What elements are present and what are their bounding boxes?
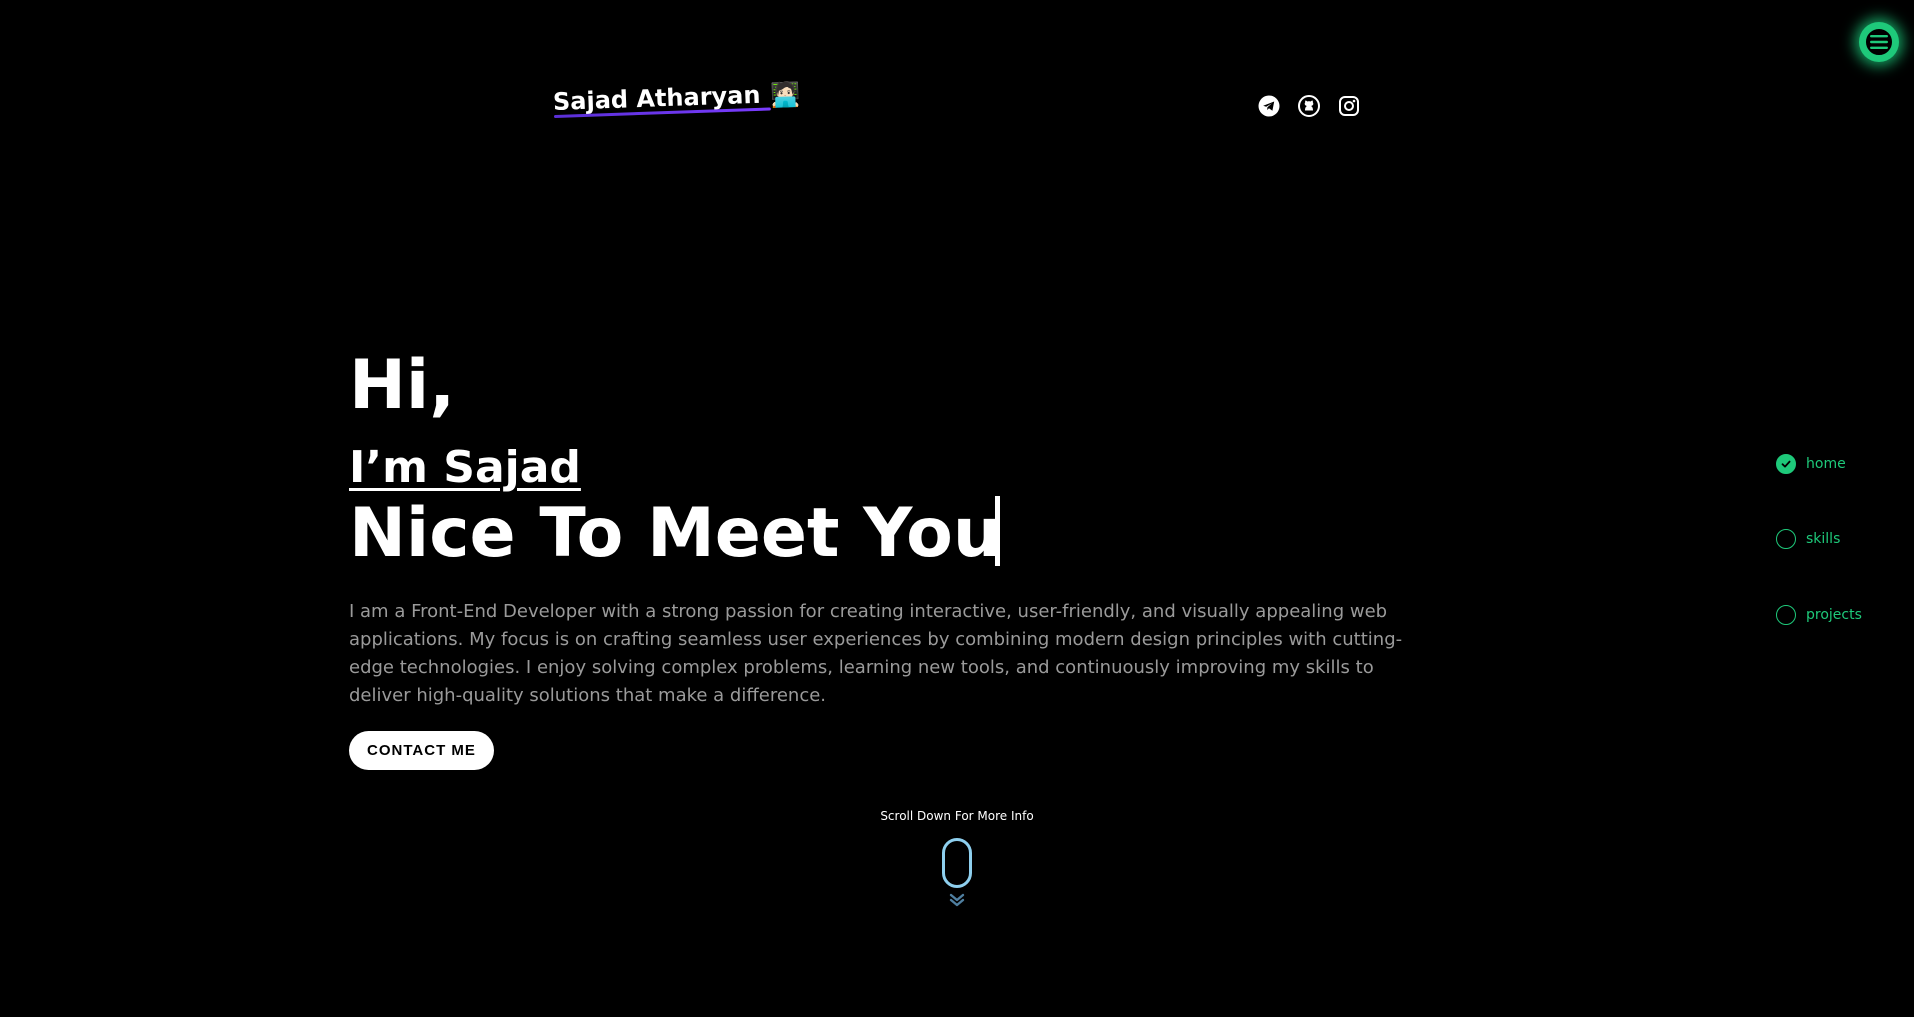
hamburger-menu-button[interactable]	[1859, 22, 1899, 62]
circle-icon	[1776, 529, 1796, 549]
hero-headline-text: Nice To Meet You	[349, 494, 1002, 573]
telegram-icon[interactable]	[1258, 95, 1280, 117]
page: Sajad Atharyan🧑🏻‍💻	[0, 0, 1914, 1017]
social-links	[1258, 95, 1360, 117]
instagram-icon[interactable]	[1338, 95, 1360, 117]
hamburger-menu-icon	[1864, 27, 1894, 57]
hero-intro: I’m Sajad	[349, 442, 581, 493]
hero-bio: I am a Front-End Developer with a strong…	[349, 601, 1403, 706]
hero-headline: Nice To Meet You	[349, 496, 1001, 568]
section-nav-label: home	[1806, 456, 1846, 472]
github-icon[interactable]	[1298, 95, 1320, 117]
section-nav-label: skills	[1806, 531, 1841, 547]
typing-cursor	[995, 496, 1001, 566]
developer-emoji-icon: 🧑🏻‍💻	[769, 80, 801, 110]
check-icon	[1776, 454, 1796, 474]
section-nav-label: projects	[1806, 607, 1862, 623]
section-nav-item-skills[interactable]: skills	[1776, 529, 1840, 549]
mouse-scroll-icon	[942, 838, 972, 888]
contact-me-button[interactable]: CONTACT ME	[349, 731, 494, 770]
chevron-down-icon	[949, 892, 965, 911]
section-nav-item-home[interactable]: home	[1776, 454, 1846, 474]
hero-greeting: Hi,	[349, 346, 456, 425]
scroll-hint-text: Scroll Down For More Info	[880, 809, 1034, 823]
section-nav-item-projects[interactable]: projects	[1776, 605, 1862, 625]
circle-icon	[1776, 605, 1796, 625]
